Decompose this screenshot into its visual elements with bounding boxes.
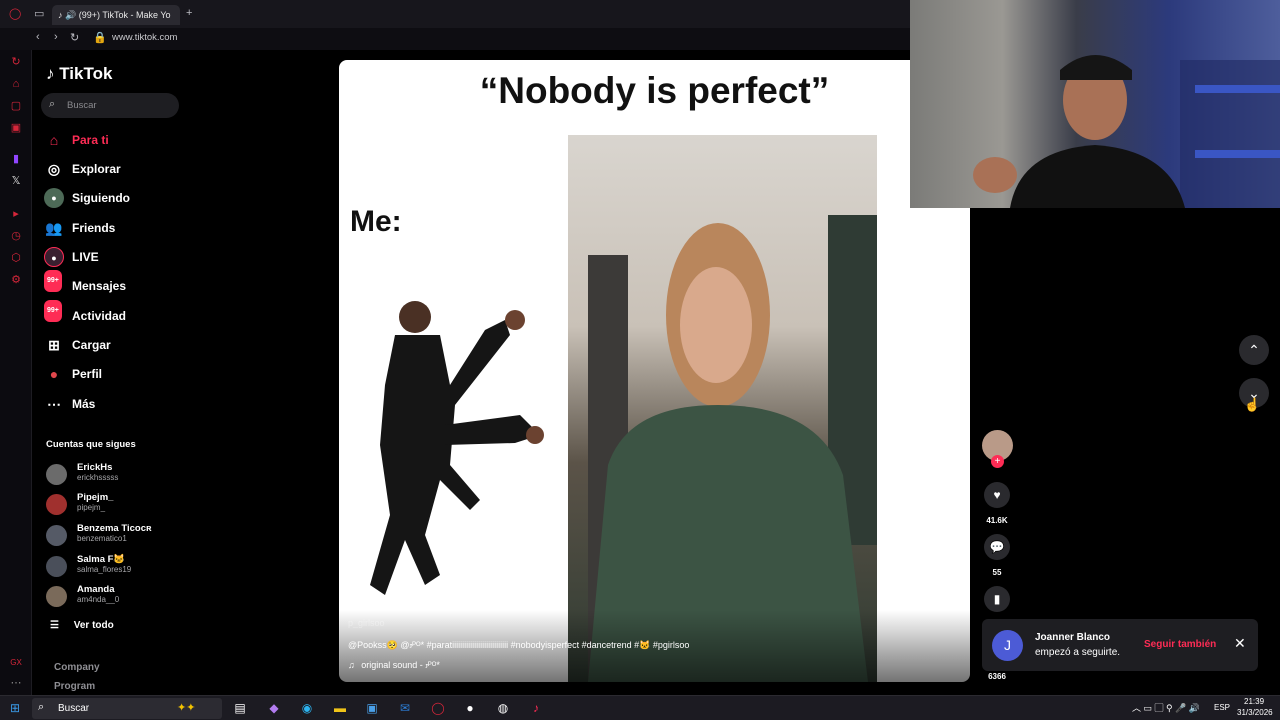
taskbar-search[interactable]: ⌕ Buscar ✦✦ [32, 698, 222, 719]
url-field[interactable]: www.tiktok.com [112, 32, 177, 43]
opera-taskbar-icon[interactable]: ◯ [428, 699, 448, 718]
webcam-overlay [910, 0, 1280, 208]
heart-icon: ♥ [993, 488, 1001, 502]
comment-icon: 💬 [989, 540, 1005, 554]
see-all-link[interactable]: ☰ Ver todo [50, 620, 114, 631]
list-icon: ☰ [50, 620, 59, 631]
dancer-video-frame [568, 135, 877, 682]
avatar [46, 494, 67, 515]
profile-icon: ● [49, 366, 59, 382]
tiktok-note-icon: ♪ [46, 64, 55, 83]
following-avatar-icon: ● [44, 188, 64, 208]
activity-badge: 99+ [44, 300, 62, 322]
opera-sidebar: ↻ ⌂ ▢ ▣ ▮ 𝕏 ▸ ◷ ⬡ ⚙ GX ⋯ [0, 50, 32, 695]
file-explorer-icon[interactable]: ▬ [330, 699, 350, 718]
search-input[interactable]: ⌕ Buscar [41, 93, 179, 118]
instagram-icon[interactable]: ▣ [9, 121, 23, 135]
avatar [46, 525, 67, 546]
notification-message: empezó a seguirte. [1035, 647, 1121, 658]
close-icon[interactable]: ✕ [1234, 635, 1246, 652]
comment-count: 55 [992, 568, 1002, 577]
gx-icon[interactable]: GX [9, 656, 23, 670]
search-placeholder: Buscar [67, 100, 97, 111]
search-highlight-icon: ✦✦ [177, 702, 196, 714]
aria-icon[interactable]: ↻ [9, 55, 23, 69]
language-indicator[interactable]: ESP [1214, 703, 1230, 712]
compass-icon: ◎ [47, 161, 61, 177]
bookmark-icon: ▮ [993, 592, 1001, 606]
avatar [46, 586, 67, 607]
new-tab-button[interactable]: + [186, 7, 192, 19]
music-note-icon: ♫ [348, 660, 355, 670]
tiktok-taskbar-icon[interactable]: ♪ [526, 699, 546, 718]
back-icon[interactable]: ‹ [36, 31, 40, 43]
tab-audio-icon[interactable]: 🔊 [65, 10, 76, 20]
upload-icon: ⊞ [48, 337, 60, 353]
forward-icon[interactable]: › [54, 31, 58, 43]
comment-button[interactable]: 💬 [984, 534, 1010, 560]
capture-app-icon[interactable]: ◍ [493, 699, 513, 718]
avatar [46, 464, 67, 485]
extensions-icon[interactable]: ⬡ [9, 251, 23, 265]
shopping-icon[interactable]: ⌂ [9, 77, 23, 91]
previous-video-button[interactable]: ⌃ [1239, 335, 1269, 365]
follow-notification: J Joanner Blanco empezó a seguirte. Segu… [982, 619, 1258, 671]
save-count: 6366 [988, 672, 1006, 681]
tiktok-logo-text: TikTok [59, 64, 113, 83]
footer-link-program[interactable]: Program [54, 681, 95, 692]
settings-icon[interactable]: ⚙ [9, 273, 23, 287]
store-icon[interactable]: ▣ [362, 699, 382, 718]
tiktok-logo[interactable]: ♪ TikTok [46, 64, 112, 84]
search-icon: ⌕ [38, 701, 45, 713]
clock-time[interactable]: 21:39 [1244, 697, 1264, 706]
player-icon[interactable]: ▸ [9, 207, 23, 221]
tab-title: (99+) TikTok - Make Yo [78, 10, 171, 20]
clock-date[interactable]: 31/3/2026 [1237, 708, 1273, 717]
copilot-icon[interactable]: ◆ [264, 699, 284, 718]
github-icon[interactable]: ● [460, 699, 480, 718]
browser-tab-tiktok[interactable]: ♪ 🔊 (99+) TikTok - Make Yo [52, 5, 180, 25]
like-button[interactable]: ♥ [984, 482, 1010, 508]
save-button[interactable]: ▮ [984, 586, 1010, 612]
x-twitter-icon[interactable]: 𝕏 [9, 174, 23, 188]
taskbar-search-label: Buscar [58, 703, 90, 714]
tiktok-favicon-icon: ♪ [58, 10, 63, 20]
mouse-cursor-icon: ☝ [1244, 397, 1261, 412]
video-caption[interactable]: @Pookss🥺 @ꭻᴾᴼ* #paratiiiiiiiiiiiiiiiiiii… [348, 640, 689, 651]
like-count: 41.6K [986, 516, 1008, 525]
messages-badge: 99+ [44, 270, 62, 292]
home-icon: ⌂ [49, 132, 59, 148]
mail-icon[interactable]: ✉ [395, 699, 415, 718]
windows-start-icon[interactable]: ⊞ [10, 701, 20, 715]
search-icon: ⌕ [49, 98, 56, 110]
task-view-icon[interactable]: ▤ [230, 699, 250, 718]
footer-link-company[interactable]: Company [54, 662, 100, 673]
video-sound[interactable]: ♫ original sound - ꭻᴾᴼ* [348, 660, 440, 671]
edge-icon[interactable]: ◉ [297, 699, 317, 718]
video-title-text: “Nobody is perfect” [479, 70, 830, 111]
follow-plus-icon[interactable]: + [991, 455, 1004, 468]
tab-menu-icon[interactable]: ▭ [34, 7, 44, 20]
notification-name: Joanner Blanco [1035, 632, 1111, 643]
more-icon: ⋯ [47, 396, 61, 412]
messenger-icon[interactable]: ▢ [9, 99, 23, 113]
twitch-icon[interactable]: ▮ [9, 152, 23, 166]
tray-icons[interactable]: ︿ ▭ ▢ ⚲ 🎤 🔊 [1132, 701, 1200, 714]
creator-watermark: p_girlsoo [348, 618, 385, 628]
sidebar-more-icon[interactable]: ⋯ [9, 676, 23, 690]
history-icon[interactable]: ◷ [9, 229, 23, 243]
chevron-up-icon: ⌃ [1248, 342, 1260, 358]
reload-icon[interactable]: ↻ [70, 31, 79, 44]
opera-logo-icon[interactable]: ◯ [9, 7, 21, 20]
live-icon: ● [44, 247, 64, 267]
avatar [46, 556, 67, 577]
friends-icon: 👥 [45, 220, 63, 236]
windows-taskbar: ⊞ ⌕ Buscar ✦✦ ▤ ◆ ◉ ▬ ▣ ✉ ◯ ● ◍ ♪ ︿ ▭ ▢ … [0, 695, 1280, 720]
lock-icon: 🔒 [93, 32, 107, 44]
man-figure-image [370, 301, 544, 595]
follow-back-button[interactable]: Seguir también [1144, 639, 1216, 650]
following-heading: Cuentas que sigues [46, 439, 136, 450]
video-me-label: Me: [350, 205, 402, 238]
notification-avatar: J [992, 630, 1023, 661]
